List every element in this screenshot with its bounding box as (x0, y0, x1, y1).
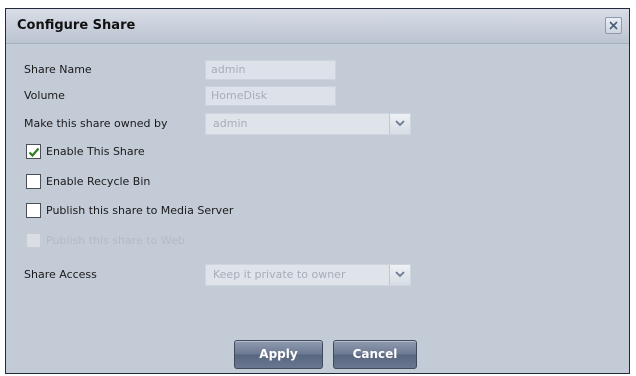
recycle-bin-checkbox[interactable] (26, 174, 41, 189)
owner-select-value: admin (213, 117, 248, 130)
media-server-checkbox[interactable] (26, 203, 41, 218)
enable-share-label: Enable This Share (46, 145, 145, 158)
web-label: Publish this share to Web (46, 234, 185, 247)
volume-field[interactable]: HomeDisk (205, 86, 336, 106)
close-icon[interactable] (605, 17, 622, 34)
recycle-bin-label: Enable Recycle Bin (46, 175, 151, 188)
dialog-title: Configure Share (17, 18, 136, 33)
owner-label: Make this share owned by (24, 117, 168, 130)
configure-share-dialog: Configure Share Share Name admin Volume … (5, 8, 630, 374)
volume-label: Volume (24, 89, 65, 102)
media-server-label: Publish this share to Media Server (46, 204, 234, 217)
enable-share-checkbox[interactable] (26, 144, 41, 159)
web-checkbox (26, 233, 41, 248)
dialog-titlebar: Configure Share (6, 9, 629, 44)
close-x-glyph (609, 21, 618, 30)
chevron-down-icon[interactable] (389, 265, 410, 285)
checkmark-icon (28, 147, 40, 158)
share-name-label: Share Name (24, 63, 92, 76)
chevron-down-icon[interactable] (389, 114, 410, 134)
apply-button[interactable]: Apply (234, 340, 323, 369)
share-access-label: Share Access (24, 268, 97, 281)
share-access-select-value: Keep it private to owner (213, 268, 346, 281)
cancel-button[interactable]: Cancel (333, 340, 417, 369)
share-access-select[interactable]: Keep it private to owner (205, 264, 411, 286)
owner-select[interactable]: admin (205, 113, 411, 135)
share-name-field[interactable]: admin (205, 60, 336, 80)
figure-caption-fragment (0, 0, 636, 8)
